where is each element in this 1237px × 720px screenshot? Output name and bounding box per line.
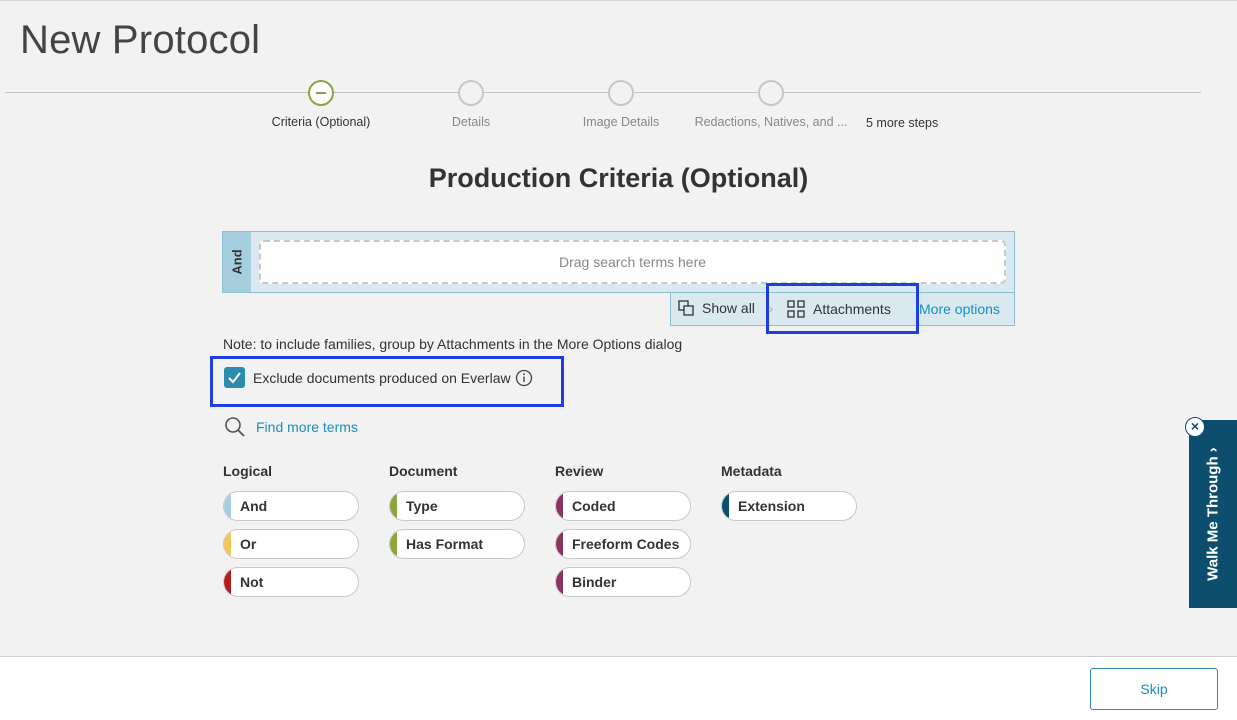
step-redactions[interactable]: Redactions, Natives, and ... (691, 80, 851, 129)
term-binder[interactable]: Binder (555, 567, 691, 597)
search-icon (225, 417, 245, 437)
category-document: Document Type Has Format (389, 463, 525, 567)
find-more-label: Find more terms (256, 419, 358, 435)
term-type[interactable]: Type (389, 491, 525, 521)
page-title: New Protocol (20, 18, 261, 62)
category-logical: Logical And Or Not (223, 463, 359, 605)
families-note: Note: to include families, group by Atta… (223, 336, 683, 352)
step-active-icon (308, 80, 334, 106)
category-title: Logical (223, 463, 273, 479)
step-label: Redactions, Natives, and ... (694, 115, 848, 129)
term-color-bar (556, 492, 563, 520)
term-and[interactable]: And (223, 491, 359, 521)
term-color-bar (224, 492, 231, 520)
step-circle-icon (608, 80, 634, 106)
term-label: Extension (738, 498, 805, 514)
term-color-bar (722, 492, 729, 520)
term-color-bar (224, 568, 231, 596)
footer-bar: Skip (0, 656, 1237, 720)
show-all-button[interactable]: Show all (678, 300, 755, 316)
more-options-link[interactable]: More options (919, 301, 1000, 317)
term-label: And (240, 498, 268, 514)
category-metadata: Metadata Extension (721, 463, 857, 529)
term-label: Has Format (406, 536, 484, 552)
step-details[interactable]: Details (391, 80, 551, 129)
term-color-bar (556, 568, 563, 596)
term-has-format[interactable]: Has Format (389, 529, 525, 559)
find-more-terms[interactable]: Find more terms (224, 416, 358, 438)
category-review: Review Coded Freeform Codes Binder (555, 463, 691, 605)
search-term-drop-zone[interactable]: Drag search terms here (259, 240, 1006, 284)
term-color-bar (224, 530, 231, 558)
term-label: Type (406, 498, 438, 514)
step-criteria[interactable]: Criteria (Optional) (241, 80, 401, 129)
term-freeform-codes[interactable]: Freeform Codes (555, 529, 691, 559)
step-label: Details (451, 115, 491, 129)
more-steps-link[interactable]: 5 more steps (866, 116, 938, 130)
step-label: Image Details (582, 115, 660, 129)
term-label: Or (240, 536, 257, 552)
category-title: Review (555, 463, 604, 479)
step-label: Criteria (Optional) (271, 115, 371, 129)
step-image-details[interactable]: Image Details (541, 80, 701, 129)
category-title: Metadata (721, 463, 782, 479)
term-color-bar (390, 492, 397, 520)
top-border (0, 0, 1237, 1)
category-title: Document (389, 463, 458, 479)
step-circle-icon (758, 80, 784, 106)
show-all-label: Show all (702, 300, 755, 316)
term-label: Not (240, 574, 264, 590)
close-icon[interactable]: × (1185, 417, 1205, 437)
attachments-highlight (766, 283, 919, 334)
term-label: Binder (572, 574, 617, 590)
term-coded[interactable]: Coded (555, 491, 691, 521)
exclude-highlight (210, 356, 564, 407)
term-color-bar (556, 530, 563, 558)
walk-me-through-tab[interactable]: Walk Me Through › (1189, 420, 1237, 608)
term-or[interactable]: Or (223, 529, 359, 559)
operator-tab[interactable]: And (223, 232, 251, 292)
step-circle-icon (458, 80, 484, 106)
skip-button[interactable]: Skip (1090, 668, 1218, 710)
term-not[interactable]: Not (223, 567, 359, 597)
operator-label: And (229, 249, 245, 275)
term-label: Coded (572, 498, 616, 514)
term-label: Freeform Codes (572, 536, 680, 552)
term-extension[interactable]: Extension (721, 491, 857, 521)
term-color-bar (390, 530, 397, 558)
copy-icon (678, 300, 694, 316)
walk-me-through-label: Walk Me Through › (1204, 447, 1222, 581)
section-title: Production Criteria (Optional) (428, 163, 809, 193)
